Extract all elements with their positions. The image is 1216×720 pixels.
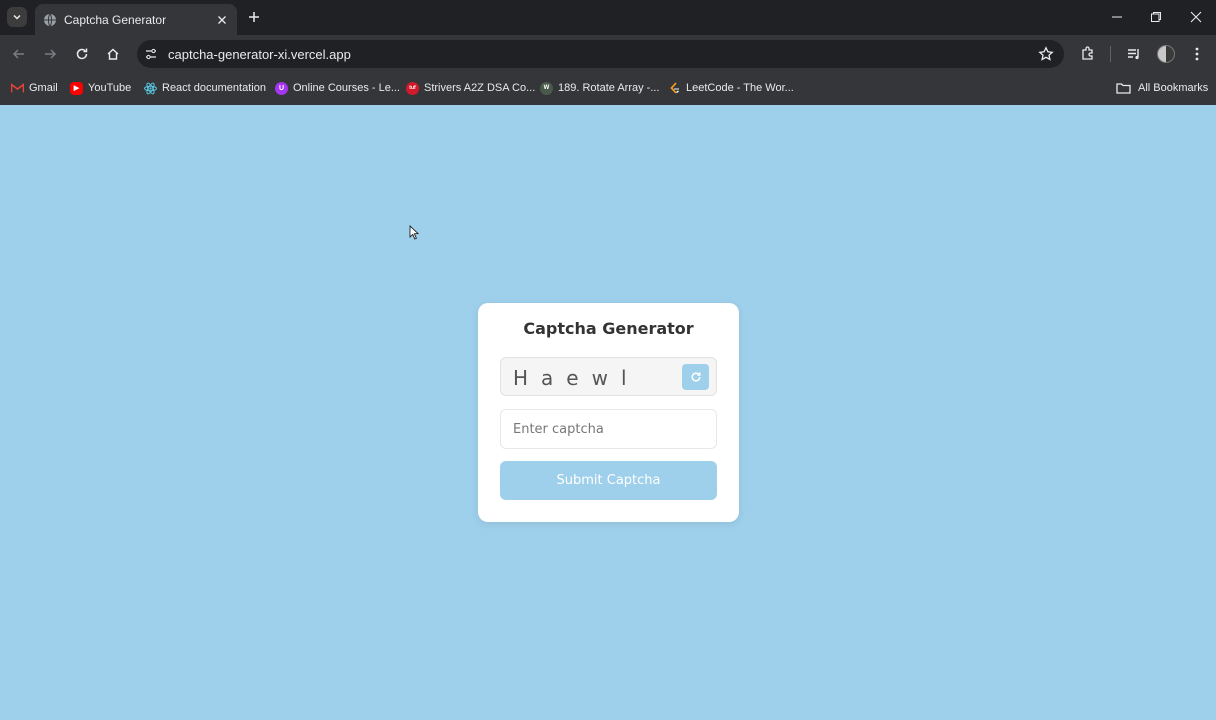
youtube-icon: ▶ (70, 81, 83, 95)
minimize-button[interactable] (1110, 10, 1124, 24)
restore-button[interactable] (1149, 10, 1163, 24)
puzzle-icon (1082, 46, 1093, 60)
media-control-button[interactable] (1125, 45, 1143, 63)
close-window-button[interactable] (1189, 10, 1203, 24)
close-icon (1190, 11, 1202, 23)
folder-icon (1116, 82, 1131, 95)
bookmark-label: 189. Rotate Array -... (558, 82, 660, 94)
w3-icon: W (540, 81, 553, 95)
new-tab-button[interactable] (246, 9, 262, 25)
home-icon (107, 48, 119, 60)
bookmark-react[interactable]: React documentation (144, 80, 266, 96)
tuf-icon: tuf (406, 81, 419, 95)
playlist-icon (1128, 49, 1139, 60)
bookmark-label: LeetCode - The Wor... (686, 82, 794, 94)
home-button[interactable] (104, 45, 122, 63)
bookmark-rotate-array[interactable]: W 189. Rotate Array -... (540, 80, 660, 96)
captcha-display: Haewl (500, 357, 717, 396)
reload-button[interactable] (73, 45, 91, 63)
bookmark-star-icon[interactable] (1038, 46, 1054, 62)
all-bookmarks[interactable]: All Bookmarks (1116, 80, 1208, 96)
globe-icon (43, 13, 57, 27)
plus-icon (249, 12, 259, 22)
all-bookmarks-label: All Bookmarks (1138, 82, 1209, 94)
site-info-icon[interactable] (143, 46, 159, 62)
bookmark-gmail[interactable]: Gmail (11, 80, 58, 96)
browser-toolbar: captcha-generator-xi.vercel.app (0, 35, 1216, 72)
toolbar-separator (1110, 46, 1111, 62)
tab-search-button[interactable] (7, 7, 27, 27)
bookmark-leetcode[interactable]: LeetCode - The Wor... (668, 80, 794, 96)
reload-icon (76, 48, 88, 60)
more-vertical-icon (1195, 47, 1199, 61)
tab-bar: Captcha Generator (0, 0, 1216, 35)
bookmark-label: Gmail (29, 82, 58, 94)
arrow-left-icon (12, 49, 24, 59)
refresh-icon (691, 372, 701, 382)
leetcode-icon (668, 81, 681, 95)
captcha-text: Haewl (513, 366, 640, 390)
bookmark-youtube[interactable]: ▶ YouTube (70, 80, 131, 96)
close-tab-icon[interactable] (215, 13, 229, 27)
menu-button[interactable] (1188, 45, 1206, 63)
back-button[interactable] (10, 45, 28, 63)
refresh-captcha-button[interactable] (682, 364, 709, 390)
udemy-icon: U (275, 81, 288, 95)
bookmark-label: YouTube (88, 82, 132, 94)
address-bar[interactable]: captcha-generator-xi.vercel.app (137, 40, 1064, 68)
react-icon (144, 82, 157, 95)
tab-title: Captcha Generator (64, 12, 167, 27)
restore-icon (1151, 12, 1161, 22)
extensions-button[interactable] (1079, 45, 1097, 63)
bookmark-strivers[interactable]: tuf Strivers A2Z DSA Co... (406, 80, 535, 96)
gmail-icon (11, 82, 24, 95)
submit-captcha-button[interactable]: Submit Captcha (500, 461, 717, 500)
captcha-card: Captcha Generator Haewl Submit Captcha (478, 303, 739, 522)
page-title: Captcha Generator (523, 319, 694, 338)
captcha-input[interactable] (500, 409, 717, 449)
bookmark-label: Online Courses - Le... (293, 82, 400, 94)
profile-avatar[interactable] (1157, 45, 1175, 63)
mouse-cursor-icon (409, 225, 419, 240)
bookmark-label: React documentation (162, 82, 266, 94)
bookmark-label: Strivers A2Z DSA Co... (424, 82, 536, 94)
bookmark-online-courses[interactable]: U Online Courses - Le... (275, 80, 400, 96)
arrow-right-icon (45, 49, 57, 59)
bookmarks-bar: Gmail ▶ YouTube React documentation U On… (0, 72, 1216, 105)
minimize-icon (1112, 16, 1122, 18)
url-text: captcha-generator-xi.vercel.app (168, 46, 351, 62)
forward-button[interactable] (41, 45, 59, 63)
chevron-down-icon (13, 14, 21, 20)
active-tab[interactable]: Captcha Generator (35, 4, 237, 35)
